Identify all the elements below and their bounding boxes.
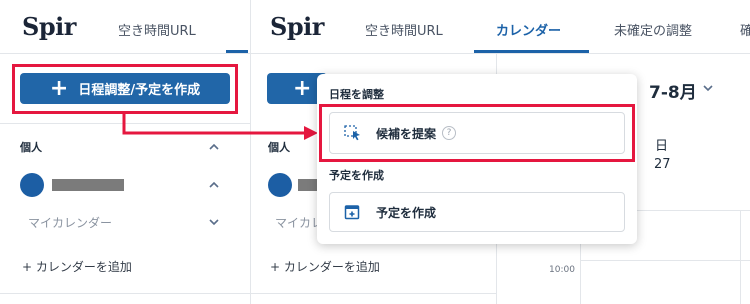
add-calendar-link[interactable]: + カレンダーを追加 [270, 258, 380, 275]
spir-logo[interactable]: Spir [270, 12, 324, 41]
spir-logo[interactable]: Spir [22, 12, 76, 41]
calendar-placeholder[interactable]: マイカレンダー [28, 214, 112, 231]
chevron-up-icon[interactable] [209, 180, 219, 190]
avatar [20, 173, 44, 197]
create-event-item[interactable]: 予定を作成 [329, 192, 625, 232]
section-title-personal: 個人 [268, 141, 290, 154]
day-number[interactable]: 27 [654, 157, 671, 172]
time-label: 10:00 [549, 265, 575, 275]
chevron-down-icon[interactable] [703, 83, 713, 93]
calendar-placeholder[interactable]: マイカレ [275, 214, 323, 231]
nav-more[interactable]: 確 [740, 20, 750, 39]
grid-line-vertical [740, 210, 741, 304]
add-calendar-link[interactable]: + カレンダーを追加 [22, 258, 132, 275]
bottom-divider [0, 293, 250, 294]
chevron-down-icon[interactable] [209, 217, 219, 227]
panel-separator [250, 0, 251, 304]
nav-calendar[interactable]: カレンダー [496, 20, 561, 39]
day-name: 日 [655, 139, 669, 154]
dropdown-heading-create: 予定を作成 [329, 169, 384, 182]
nav-pending[interactable]: 未確定の調整 [614, 20, 692, 39]
highlight-create-button [12, 64, 238, 114]
grid-line-horizontal [580, 260, 750, 261]
arrow-annotation [122, 112, 318, 140]
create-event-label: 予定を作成 [376, 205, 437, 220]
dropdown-heading-schedule: 日程を調整 [329, 88, 384, 101]
highlight-propose-item [319, 104, 635, 162]
redacted-name [52, 179, 124, 191]
calendar-add-icon [344, 205, 360, 220]
month-label[interactable]: 7-8月 [649, 78, 697, 103]
section-title-personal: 個人 [20, 141, 42, 154]
nav-free-url[interactable]: 空き時間URL [365, 20, 443, 39]
redacted-name [298, 179, 318, 191]
header-divider [0, 53, 250, 54]
chevron-up-icon[interactable] [209, 142, 219, 152]
bottom-divider [251, 293, 496, 294]
header-divider [251, 53, 750, 54]
nav-free-url[interactable]: 空き時間URL [118, 20, 196, 39]
plus-icon: + [293, 75, 312, 101]
avatar [268, 173, 292, 197]
